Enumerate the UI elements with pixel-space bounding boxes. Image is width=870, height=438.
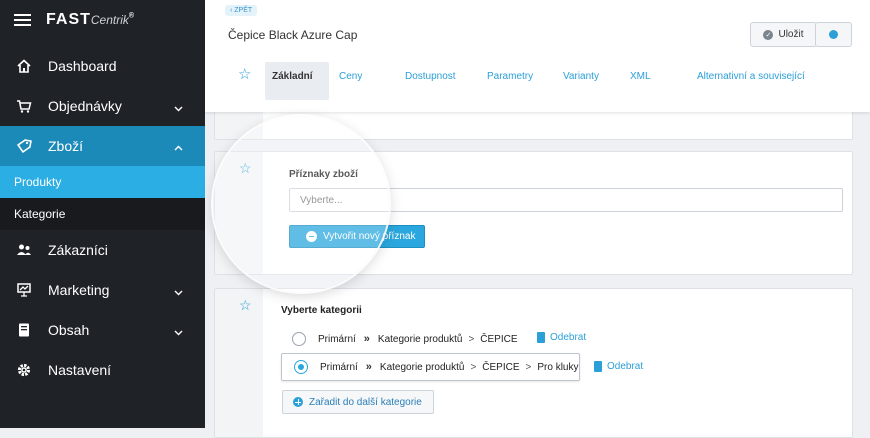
add-category-label: Zařadit do další kategorie xyxy=(309,396,422,408)
flags-select[interactable]: Vyberte... xyxy=(289,188,843,212)
remove-category-button[interactable]: Odebrat xyxy=(537,332,586,343)
tab-alternativni[interactable]: Alternativní a související xyxy=(697,71,805,82)
category-path: Kategorie produktů xyxy=(377,333,463,345)
nav-item-zbozi[interactable]: Zboží xyxy=(0,126,205,166)
nav-label: Marketing xyxy=(48,282,110,298)
tab-zakladni[interactable]: Základní xyxy=(265,62,329,100)
path-separator: > xyxy=(525,361,532,373)
categories-card: ☆ Vyberte kategorii Primární » Kategorie… xyxy=(214,288,853,438)
category-radio[interactable] xyxy=(292,332,306,346)
path-separator: > xyxy=(470,361,477,373)
page-title: Čepice Black Azure Cap xyxy=(228,28,358,42)
cart-icon xyxy=(16,98,32,114)
product-flags-card: ☆ Příznaky zboží Vyberte... Vytvořit nov… xyxy=(214,151,853,275)
sub-item-kategorie[interactable]: Kategorie xyxy=(0,198,205,230)
nav-item-dashboard[interactable]: Dashboard xyxy=(0,46,205,86)
chevron-up-icon xyxy=(174,140,183,156)
users-icon xyxy=(16,242,32,258)
create-flag-button[interactable]: Vytvořit nový příznak xyxy=(289,225,425,248)
nav-item-nastaveni[interactable]: Nastavení xyxy=(0,350,205,390)
nav-item-marketing[interactable]: Marketing xyxy=(0,270,205,310)
nav-label: Obsah xyxy=(48,322,90,338)
nav-label: Nastavení xyxy=(48,362,112,378)
separator: » xyxy=(365,361,372,373)
back-link[interactable]: ‹ ZPĚT xyxy=(225,5,258,16)
previous-card xyxy=(214,108,853,140)
category-path: ČEPICE xyxy=(480,333,518,345)
category-radio[interactable] xyxy=(294,360,308,374)
trash-icon xyxy=(594,361,602,372)
tag-icon xyxy=(16,138,32,154)
chevron-down-icon xyxy=(174,100,183,116)
home-icon xyxy=(16,58,32,74)
check-icon: ✓ xyxy=(763,29,774,40)
dot-icon xyxy=(829,30,838,39)
plus-circle-icon xyxy=(293,397,303,407)
sub-item-label: Kategorie xyxy=(14,207,66,221)
book-icon xyxy=(16,322,32,338)
sub-item-produkty[interactable]: Produkty xyxy=(0,166,205,198)
star-icon[interactable]: ☆ xyxy=(238,67,251,82)
product-header: ‹ ZPĚT Čepice Black Azure Cap ✓ Uložit ☆ … xyxy=(205,0,870,112)
chevron-down-icon xyxy=(174,324,183,340)
hamburger-menu-icon[interactable] xyxy=(14,14,31,26)
category-row[interactable]: Primární » Kategorie produktů > ČEPICE >… xyxy=(281,353,580,381)
minus-circle-icon xyxy=(306,231,317,242)
card-gutter xyxy=(215,109,263,139)
path-separator: > xyxy=(468,333,475,345)
flags-label: Příznaky zboží xyxy=(289,169,358,180)
remove-label: Odebrat xyxy=(607,361,644,372)
remove-label: Odebrat xyxy=(550,332,587,343)
logo[interactable]: FASTCentrik® xyxy=(46,11,135,29)
primary-label: Primární xyxy=(318,333,356,345)
category-row[interactable]: Primární » Kategorie produktů > ČEPICE xyxy=(280,325,518,353)
nav-label: Objednávky xyxy=(48,98,122,114)
remove-category-button[interactable]: Odebrat xyxy=(594,361,643,372)
nav-label: Dashboard xyxy=(48,58,117,74)
sub-item-label: Produkty xyxy=(14,175,62,189)
nav-item-zakaznici[interactable]: Zákazníci xyxy=(0,230,205,270)
tab-ceny[interactable]: Ceny xyxy=(339,71,362,82)
tab-xml[interactable]: XML xyxy=(630,71,651,82)
tab-varianty[interactable]: Varianty xyxy=(563,71,599,82)
save-button[interactable]: ✓ Uložit xyxy=(750,22,817,47)
create-flag-label: Vytvořit nový příznak xyxy=(323,231,416,242)
more-options-button[interactable] xyxy=(815,22,852,47)
sidebar: FASTCentrik® Dashboard Objednávky Zboží … xyxy=(0,0,205,428)
save-label: Uložit xyxy=(778,29,804,40)
logo-row: FASTCentrik® xyxy=(0,0,205,40)
nav-label: Zboží xyxy=(48,138,84,154)
tab-parametry[interactable]: Parametry xyxy=(487,71,533,82)
categories-label: Vyberte kategorii xyxy=(281,305,362,316)
category-path: Pro kluky xyxy=(537,361,579,373)
nav-item-obsah[interactable]: Obsah xyxy=(0,310,205,350)
separator: » xyxy=(363,333,370,345)
star-icon[interactable]: ☆ xyxy=(239,161,252,175)
star-icon[interactable]: ☆ xyxy=(239,298,252,312)
gear-icon xyxy=(16,362,32,378)
category-path: Kategorie produktů xyxy=(379,361,465,373)
chevron-down-icon xyxy=(174,284,183,300)
primary-label: Primární xyxy=(320,361,358,373)
nav-item-objednavky[interactable]: Objednávky xyxy=(0,86,205,126)
presentation-icon xyxy=(16,282,32,298)
category-path: ČEPICE xyxy=(482,361,520,373)
add-category-button[interactable]: Zařadit do další kategorie xyxy=(282,390,434,414)
nav-label: Zákazníci xyxy=(48,242,108,258)
tab-dostupnost[interactable]: Dostupnost xyxy=(405,71,456,82)
trash-icon xyxy=(537,332,545,343)
